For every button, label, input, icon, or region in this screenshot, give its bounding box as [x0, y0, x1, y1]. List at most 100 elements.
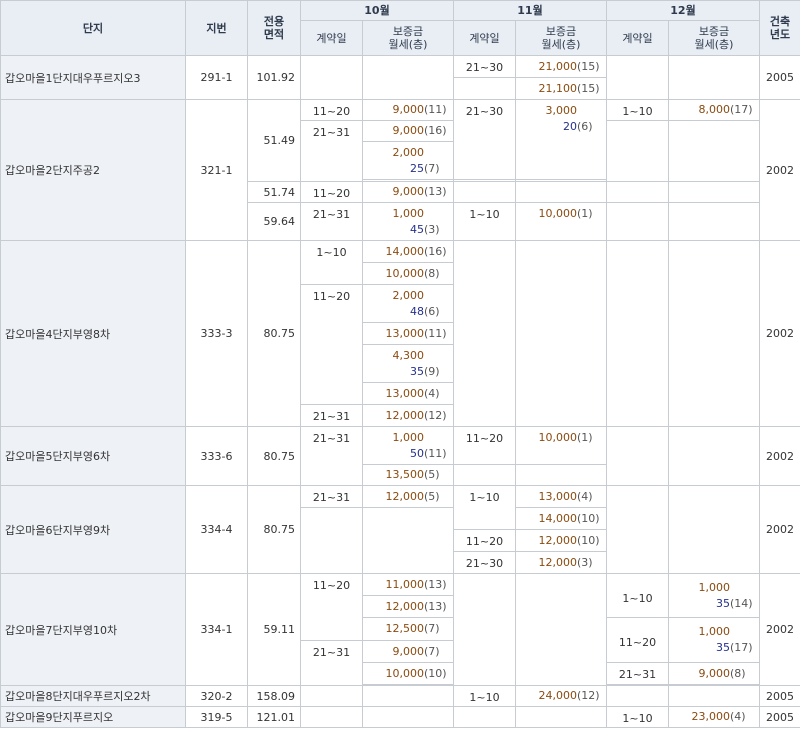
- deposit-amount: 9,000: [698, 666, 731, 680]
- deposit-cell: 10,000(1): [515, 202, 607, 241]
- floor-number: (10): [424, 666, 447, 680]
- header-contract-day: 계약일: [300, 20, 363, 56]
- build-year: 2002: [759, 485, 800, 574]
- deposit-cell: 21,100(15): [515, 77, 607, 100]
- area-value: 101.92: [247, 55, 301, 100]
- deposit-amount: 21,100: [538, 81, 578, 95]
- floor-number: (11): [424, 103, 447, 116]
- empty-cell: [668, 240, 760, 427]
- monthly-rent: 35: [716, 641, 730, 654]
- deposit-cell: 13,000(4): [362, 382, 454, 405]
- area-value: 80.75: [247, 426, 301, 486]
- deposit-amount: 1,000: [698, 580, 731, 594]
- floor-number: (13): [424, 577, 447, 591]
- empty-cell: [668, 426, 760, 486]
- complex-name: 갑오마을6단지부영9차: [0, 485, 186, 574]
- floor-number: (17): [730, 641, 753, 654]
- contract-day: 21~31: [300, 404, 363, 427]
- contract-day: 21~30: [453, 99, 516, 180]
- contract-day: 1~10: [453, 485, 516, 530]
- deposit-cell: 13,000(11): [362, 322, 454, 345]
- contract-day: 1~10: [453, 202, 516, 241]
- contract-day: 11~20: [300, 284, 363, 405]
- floor-number: (4): [730, 710, 746, 723]
- build-year: 2002: [759, 573, 800, 686]
- floor-number: (4): [424, 386, 440, 400]
- floor-number: (7): [424, 644, 440, 658]
- contract-day: 1~10: [606, 706, 669, 728]
- deposit-amount: 10,000: [385, 666, 425, 680]
- deposit-amount: 13,000: [385, 386, 425, 400]
- deposit-amount: 9,000: [392, 644, 425, 658]
- deposit-cell: 11,000(13): [362, 573, 454, 596]
- contract-day: 1~10: [453, 685, 516, 707]
- floor-number: (15): [577, 81, 600, 95]
- contract-day: 21~31: [300, 120, 363, 182]
- deposit-cell: 1,000 35(14): [668, 573, 760, 618]
- contract-day: 21~30: [453, 551, 516, 574]
- header-year-text: 건축 년도: [761, 15, 800, 41]
- deposit-amount: 12,000: [538, 533, 578, 547]
- monthly-rent: 50: [410, 446, 424, 460]
- header-area-text: 전용 면적: [249, 15, 300, 41]
- deposit-cell: 13,000(4): [515, 485, 607, 508]
- empty-cell: [453, 464, 516, 486]
- lot-number: 333-3: [185, 240, 248, 427]
- complex-name: 갑오마을5단지부영6차: [0, 426, 186, 486]
- deposit-cell: 24,000(12): [515, 685, 607, 707]
- floor-number: (5): [424, 468, 440, 481]
- build-year: 2005: [759, 706, 800, 728]
- floor-number: (4): [577, 489, 593, 503]
- empty-cell: [300, 706, 363, 728]
- header-line: 월세(층): [694, 38, 734, 51]
- header-line: 월세(층): [541, 38, 581, 51]
- area-value: 158.09: [247, 685, 301, 707]
- deposit-amount: 14,000: [385, 244, 425, 258]
- empty-cell: [515, 706, 607, 728]
- empty-cell: [453, 77, 516, 100]
- deposit-amount: 12,000: [385, 408, 425, 422]
- deposit-cell: 12,000(12): [362, 404, 454, 427]
- deposit-amount: 12,000: [538, 555, 578, 569]
- area-value: 51.74: [247, 181, 301, 203]
- floor-number: (15): [577, 59, 600, 73]
- deposit-cell: 10,000(8): [362, 262, 454, 285]
- floor-number: (14): [730, 596, 753, 610]
- floor-number: (6): [577, 120, 593, 133]
- contract-day: 11~20: [606, 617, 669, 663]
- deposit-amount: 12,500: [385, 622, 425, 635]
- build-year: 2005: [759, 55, 800, 100]
- empty-cell: [453, 706, 516, 728]
- header-year: 건축 년도: [759, 0, 800, 56]
- deposit-cell: 14,000(16): [362, 240, 454, 263]
- floor-number: (5): [424, 489, 440, 503]
- deposit-cell: 8,000(17): [668, 99, 760, 121]
- area-value: 59.11: [247, 573, 301, 686]
- deposit-cell: 9,000(8): [668, 662, 760, 685]
- deposit-amount: 1,000: [392, 206, 425, 220]
- contract-day: 11~20: [453, 426, 516, 465]
- deposit-cell: 2,000 25(7): [362, 141, 454, 180]
- deposit-amount: 23,000: [691, 710, 731, 723]
- empty-cell: [300, 685, 363, 707]
- deposit-cell: 9,000(16): [362, 120, 454, 142]
- floor-number: (1): [577, 431, 593, 444]
- deposit-amount: 1,000: [392, 430, 425, 444]
- deposit-amount: 9,000: [392, 185, 425, 198]
- deposit-amount: 10,000: [538, 207, 578, 220]
- area-value: 59.64: [247, 202, 301, 241]
- contract-day: 11~20: [453, 529, 516, 552]
- floor-number: (10): [577, 511, 600, 525]
- deposit-amount: 2,000: [392, 145, 425, 159]
- floor-number: (13): [424, 599, 447, 613]
- header-month-nov: 11월: [453, 0, 607, 21]
- empty-cell: [362, 507, 454, 574]
- empty-cell: [362, 685, 454, 707]
- lot-number: 319-5: [185, 706, 248, 728]
- header-line: 면적: [263, 28, 285, 41]
- header-deposit-rent: 보증금 월세(층): [515, 20, 607, 56]
- complex-name: 갑오마을8단지대우푸르지오2차: [0, 685, 186, 707]
- empty-cell: [606, 685, 669, 707]
- floor-number: (10): [577, 533, 600, 547]
- empty-cell: [453, 240, 516, 427]
